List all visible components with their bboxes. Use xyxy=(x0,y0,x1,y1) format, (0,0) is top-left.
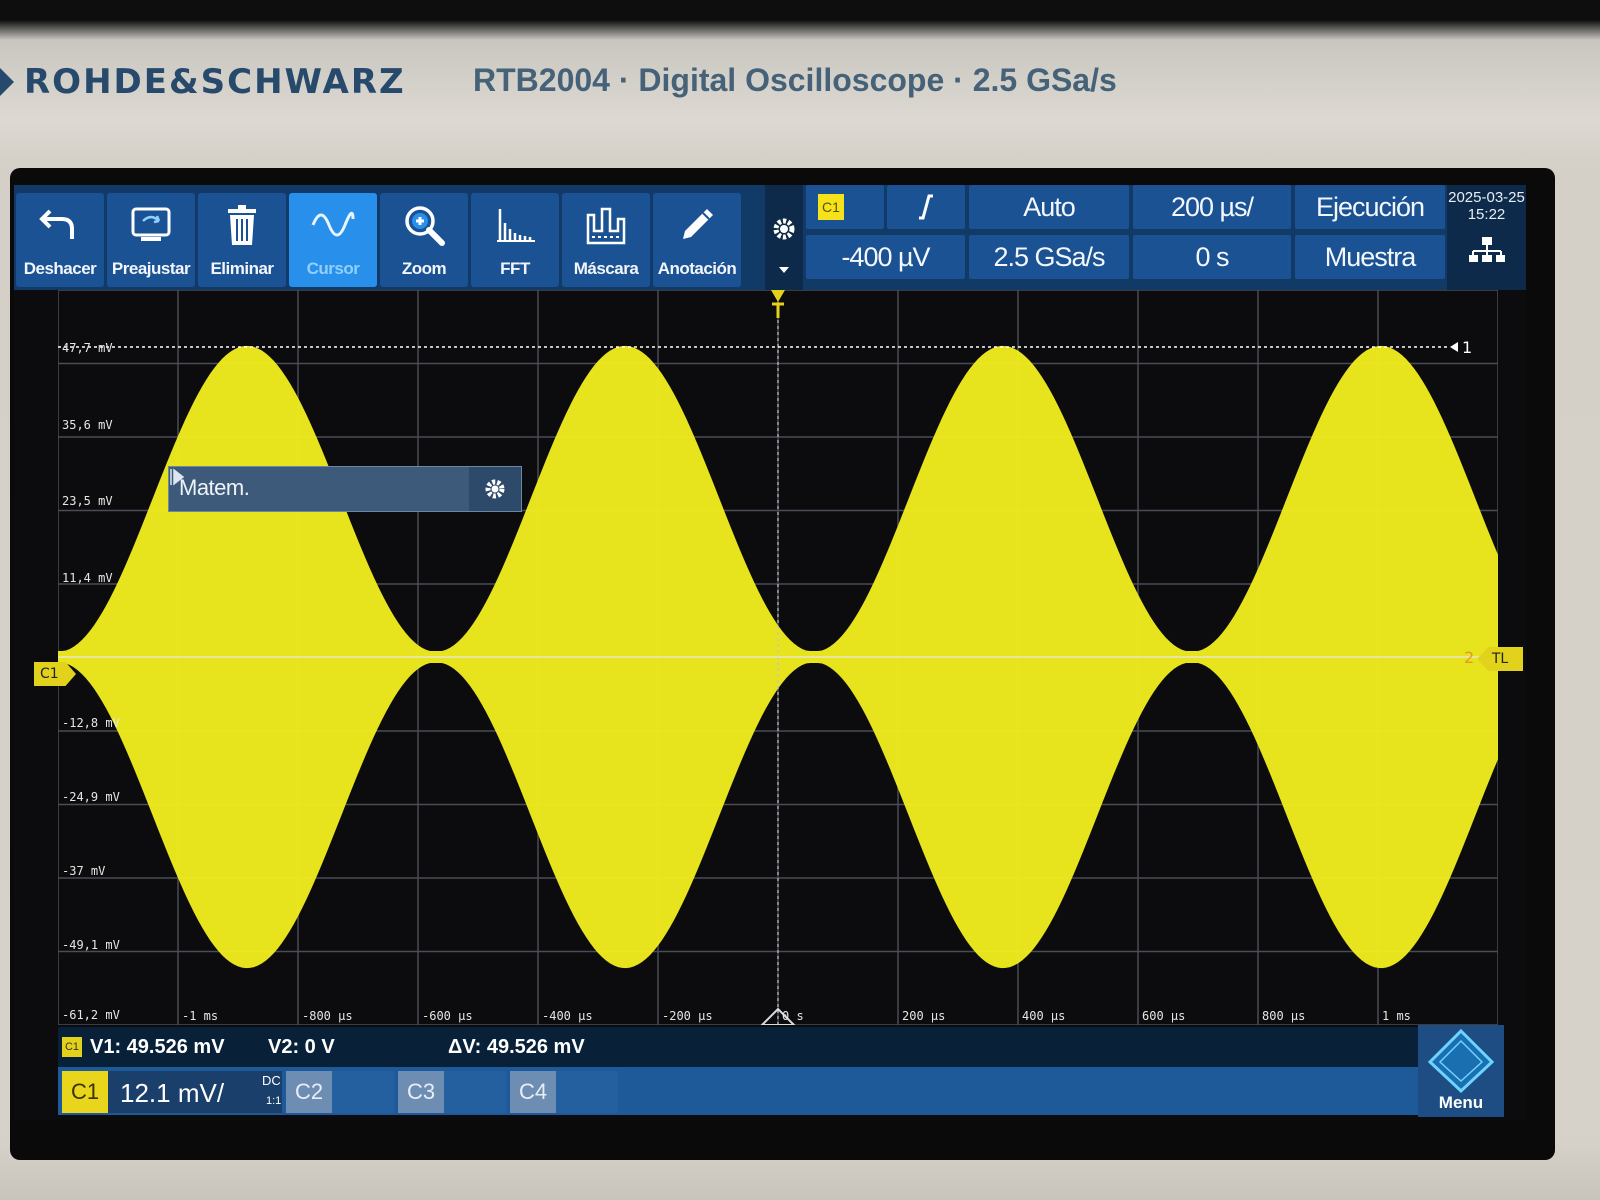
waveform-svg: 12 xyxy=(58,290,1498,1025)
toolbar: Deshacer Preajustar Eliminar Cursor Zoom… xyxy=(14,185,1526,290)
waveform-area[interactable]: 12 Matem. 47,7 mV 35,6 mV 23,5 mV 11,4 mV -1… xyxy=(58,290,1498,1025)
cursor-2-label: 2 xyxy=(1464,648,1474,667)
gear-icon xyxy=(485,479,505,499)
cursor-button[interactable]: Cursor xyxy=(289,193,377,287)
network-icon xyxy=(1468,237,1505,262)
y-axis-label: -12,8 mV xyxy=(62,716,120,730)
channel-c1-button[interactable]: C1 12.1 mV/ DC 1:1 xyxy=(62,1071,282,1113)
zoom-label: Zoom xyxy=(401,259,447,278)
model-label: RTB2004 · Digital Oscilloscope · 2.5 GSa… xyxy=(473,62,1117,98)
zoom-button[interactable]: Zoom xyxy=(380,193,468,287)
cursor-label: Cursor xyxy=(306,259,360,278)
x-axis-label: -800 µs xyxy=(302,1009,353,1023)
mask-label: Máscara xyxy=(573,259,639,278)
x-axis-label: -600 µs xyxy=(422,1009,473,1023)
math-settings-button[interactable] xyxy=(469,467,521,511)
channel-c1-scale: 12.1 mV/ xyxy=(120,1078,225,1108)
channel-c3-name: C3 xyxy=(398,1071,444,1113)
y-axis-label: -49,1 mV xyxy=(62,938,120,952)
fft-spectrum-icon xyxy=(497,209,535,242)
undo-icon xyxy=(39,209,74,239)
math-panel[interactable]: Matem. xyxy=(168,466,522,512)
channel-c1-name: C1 xyxy=(62,1071,108,1113)
brand-logo: ROHDE&SCHWARZ xyxy=(0,62,406,102)
y-axis-label: 35,6 mV xyxy=(62,418,113,432)
x-axis-label: -1 ms xyxy=(182,1009,219,1023)
mask-button[interactable]: Máscara xyxy=(562,193,650,287)
magnifier-icon xyxy=(405,206,445,246)
delete-button[interactable]: Eliminar xyxy=(198,193,286,287)
math-label: Matem. xyxy=(179,475,250,500)
channel-bar: C1 12.1 mV/ DC 1:1 C2 C3 C4 xyxy=(58,1067,1453,1115)
trigger-edge-button[interactable] xyxy=(887,185,965,229)
brand-name: ROHDE&SCHWARZ xyxy=(24,62,406,102)
date-time: 2025-03-25 15:22 xyxy=(1447,185,1526,290)
brand-arrow-icon xyxy=(0,68,14,96)
trigger-mode[interactable]: Auto xyxy=(969,185,1129,229)
date: 2025-03-25 xyxy=(1448,189,1525,206)
fft-button[interactable]: FFT xyxy=(471,193,559,287)
menu-button[interactable]: Menu xyxy=(1418,1025,1504,1117)
channel-c4-name: C4 xyxy=(510,1071,556,1113)
preset-icon xyxy=(131,207,171,241)
toolbar-settings-button[interactable] xyxy=(765,185,803,290)
y-axis-label: 11,4 mV xyxy=(62,571,113,585)
y-axis-label: -24,9 mV xyxy=(62,790,120,804)
cursor-delta-v: ΔV: 49.526 mV xyxy=(448,1036,585,1058)
undo-label: Deshacer xyxy=(23,259,97,278)
oscilloscope-display: Deshacer Preajustar Eliminar Cursor Zoom… xyxy=(14,185,1526,1120)
time: 15:22 xyxy=(1467,206,1506,223)
y-axis-label: -61,2 mV xyxy=(62,1008,120,1022)
preset-button[interactable]: Preajustar xyxy=(107,193,195,287)
cursor-1-label: 1 xyxy=(1462,338,1472,357)
x-axis-label: -200 µs xyxy=(662,1009,713,1023)
cursor-v2: V2: 0 V xyxy=(268,1036,335,1058)
x-axis-label: 1 ms xyxy=(1382,1009,1411,1023)
y-axis-label: 47,7 mV xyxy=(62,341,113,355)
cursor-source-tag: C1 xyxy=(62,1037,82,1057)
channel-c4-button[interactable]: C4 xyxy=(510,1071,618,1113)
sine-cursor-icon xyxy=(311,211,355,237)
menu-label: Menu xyxy=(1438,1093,1484,1112)
rising-edge-icon xyxy=(919,194,933,220)
y-axis-label: -37 mV xyxy=(62,864,106,878)
play-arrow-icon[interactable] xyxy=(169,467,185,487)
horizontal-position[interactable]: 0 s xyxy=(1133,235,1291,279)
x-axis-label: 200 µs xyxy=(902,1009,946,1023)
x-axis-label: -400 µs xyxy=(542,1009,593,1023)
trigger-level[interactable]: -400 µV xyxy=(806,235,965,279)
annotation-button[interactable]: Anotación xyxy=(653,193,741,287)
x-axis-label: 600 µs xyxy=(1142,1009,1186,1023)
channel-c1-probe: 1:1 xyxy=(266,1095,282,1107)
cursor-v1: V1: 49.526 mV xyxy=(90,1036,225,1058)
cursor-readout-bar: C1 V1: 49.526 mV V2: 0 V ΔV: 49.526 mV xyxy=(58,1027,1453,1067)
trigger-source-tag: C1 xyxy=(818,194,844,220)
sample-rate[interactable]: 2.5 GSa/s xyxy=(969,235,1129,279)
channel-c3-button[interactable]: C3 xyxy=(398,1071,506,1113)
rs-logo-icon xyxy=(1427,1028,1495,1094)
channel-c2-name: C2 xyxy=(286,1071,332,1113)
trigger-source-button[interactable]: C1 xyxy=(806,185,884,229)
acquisition-mode[interactable]: Muestra xyxy=(1295,235,1445,279)
annotation-label: Anotación xyxy=(657,259,737,278)
pencil-icon xyxy=(683,209,713,239)
y-axis-label: 23,5 mV xyxy=(62,494,113,508)
channel-c1-coupling: DC xyxy=(262,1073,281,1088)
undo-button[interactable]: Deshacer xyxy=(16,193,104,287)
trash-icon xyxy=(228,205,256,245)
mask-icon xyxy=(586,207,626,245)
x-axis-label: 800 µs xyxy=(1262,1009,1306,1023)
timebase-scale[interactable]: 200 µs/ xyxy=(1133,185,1291,229)
preset-label: Preajustar xyxy=(111,259,191,278)
x-axis-label: 0 s xyxy=(782,1009,804,1023)
fft-label: FFT xyxy=(500,259,530,278)
x-axis-label: 400 µs xyxy=(1022,1009,1066,1023)
run-stop-button[interactable]: Ejecución xyxy=(1295,185,1445,229)
channel-c2-button[interactable]: C2 xyxy=(286,1071,394,1113)
delete-label: Eliminar xyxy=(210,259,274,278)
gear-icon xyxy=(773,218,795,273)
